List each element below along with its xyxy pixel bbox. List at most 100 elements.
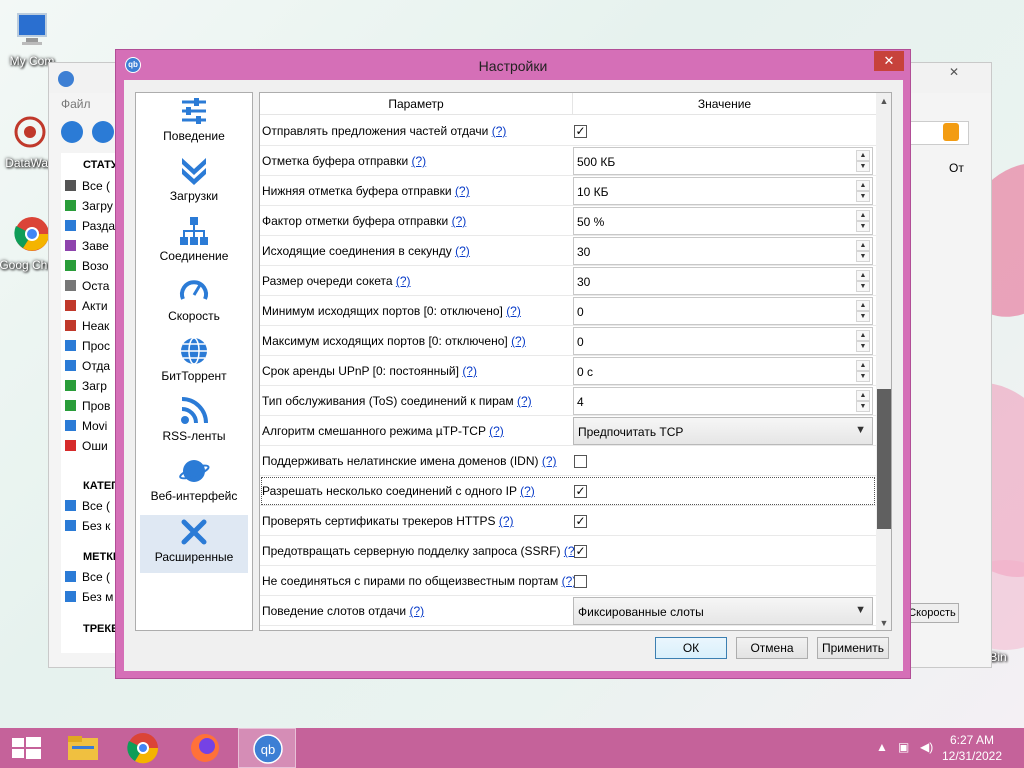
value-checkbox[interactable] <box>574 455 587 468</box>
category-веб-интерфейс[interactable]: Веб-интерфейс <box>140 455 248 513</box>
scrollbar-thumb[interactable] <box>877 389 891 529</box>
help-link[interactable]: (?) <box>489 424 504 438</box>
spin-down-arrow-icon[interactable]: ▼ <box>856 281 870 292</box>
column-header-parameter[interactable]: Параметр <box>260 93 573 115</box>
sidebar-filter-item[interactable]: Все ( <box>65 570 117 588</box>
clock[interactable]: 6:27 AM 12/31/2022 <box>924 732 1020 764</box>
help-link[interactable]: (?) <box>517 394 532 408</box>
sidebar-status-item[interactable]: Заве <box>65 239 117 257</box>
help-link[interactable]: (?) <box>455 244 470 258</box>
value-checkbox[interactable]: ✓ <box>574 485 587 498</box>
desktop-icon-computer[interactable]: My Com <box>0 10 70 68</box>
column-header-value[interactable]: Значение <box>573 93 876 115</box>
category-скорость[interactable]: Скорость <box>140 275 248 333</box>
help-link[interactable]: (?) <box>409 604 424 618</box>
taskbar-chrome[interactable] <box>114 728 172 768</box>
apply-button[interactable]: Применить <box>817 637 889 659</box>
spin-up-arrow-icon[interactable]: ▲ <box>856 360 870 371</box>
start-button[interactable] <box>0 728 58 768</box>
remove-icon[interactable] <box>61 121 83 143</box>
spin-down-arrow-icon[interactable]: ▼ <box>856 401 870 412</box>
sidebar-status-item[interactable]: Пров <box>65 399 117 417</box>
dialog-titlebar[interactable]: qb Настройки ✕ <box>116 50 910 80</box>
sidebar-status-item[interactable]: Movi <box>65 419 117 437</box>
category-расширенные[interactable]: Расширенные <box>140 515 248 573</box>
taskbar-qbittorrent[interactable]: qb <box>238 728 296 768</box>
value-spinbox[interactable]: 50 % ▲ ▼ <box>573 207 873 235</box>
help-link[interactable]: (?) <box>542 454 557 468</box>
spin-down-arrow-icon[interactable]: ▼ <box>856 311 870 322</box>
spin-down-arrow-icon[interactable]: ▼ <box>856 371 870 382</box>
spin-up-arrow-icon[interactable]: ▲ <box>856 330 870 341</box>
spin-down-arrow-icon[interactable]: ▼ <box>856 221 870 232</box>
help-link[interactable]: (?) <box>511 334 526 348</box>
network-icon[interactable]: ▣ <box>898 740 909 754</box>
help-link[interactable]: (?) <box>455 184 470 198</box>
help-link[interactable]: (?) <box>520 484 535 498</box>
spin-up-arrow-icon[interactable]: ▲ <box>856 300 870 311</box>
spin-up-arrow-icon[interactable]: ▲ <box>856 240 870 251</box>
category-загрузки[interactable]: Загрузки <box>140 155 248 213</box>
sidebar-status-item[interactable]: Отда <box>65 359 117 377</box>
value-spinbox[interactable]: 30 ▲ ▼ <box>573 237 873 265</box>
sidebar-filter-item[interactable]: Все ( <box>65 499 117 517</box>
category-поведение[interactable]: Поведение <box>140 95 248 153</box>
sidebar-filter-item[interactable]: Без м <box>65 590 117 608</box>
help-link[interactable]: (?) <box>462 364 477 378</box>
scroll-down-arrow-icon[interactable]: ▼ <box>876 615 891 630</box>
help-link[interactable]: (?) <box>499 514 514 528</box>
speed-button[interactable]: Скорость <box>905 603 959 623</box>
value-checkbox[interactable]: ✓ <box>574 125 587 138</box>
help-link[interactable]: (?) <box>492 124 507 138</box>
ok-button[interactable]: ОК <box>655 637 727 659</box>
sidebar-filter-item[interactable]: Без к <box>65 519 117 537</box>
sidebar-status-item[interactable]: Неак <box>65 319 117 337</box>
spin-up-arrow-icon[interactable]: ▲ <box>856 210 870 221</box>
value-spinbox[interactable]: 500 КБ ▲ ▼ <box>573 147 873 175</box>
taskbar-firefox[interactable] <box>176 728 234 768</box>
vertical-scrollbar[interactable]: ▲ ▼ <box>876 93 891 630</box>
help-link[interactable]: (?) <box>412 154 427 168</box>
spin-down-arrow-icon[interactable]: ▼ <box>856 161 870 172</box>
value-checkbox[interactable] <box>574 575 587 588</box>
sidebar-status-item[interactable]: Прос <box>65 339 117 357</box>
scroll-up-arrow-icon[interactable]: ▲ <box>876 93 891 110</box>
help-link[interactable]: (?) <box>396 274 411 288</box>
cancel-button[interactable]: Отмена <box>736 637 808 659</box>
spin-up-arrow-icon[interactable]: ▲ <box>856 270 870 281</box>
sidebar-status-item[interactable]: Оши <box>65 439 117 457</box>
help-link[interactable]: (?) <box>452 214 467 228</box>
value-checkbox[interactable]: ✓ <box>574 515 587 528</box>
spin-up-arrow-icon[interactable]: ▲ <box>856 150 870 161</box>
value-checkbox[interactable]: ✓ <box>574 545 587 558</box>
value-dropdown[interactable]: Фиксированные слоты ▼ <box>573 597 873 625</box>
sidebar-status-item[interactable]: Оста <box>65 279 117 297</box>
spin-up-arrow-icon[interactable]: ▲ <box>856 180 870 191</box>
value-spinbox[interactable]: 30 ▲ ▼ <box>573 267 873 295</box>
menu-item-file[interactable]: Файл <box>61 97 91 111</box>
value-spinbox[interactable]: 0 ▲ ▼ <box>573 327 873 355</box>
value-spinbox[interactable]: 0 ▲ ▼ <box>573 297 873 325</box>
value-spinbox[interactable]: 0 с ▲ ▼ <box>573 357 873 385</box>
help-link[interactable]: (?) <box>506 304 521 318</box>
add-icon[interactable] <box>92 121 115 143</box>
category-rss-ленты[interactable]: RSS-ленты <box>140 395 248 453</box>
close-button[interactable]: ✕ <box>874 51 904 71</box>
category-соединение[interactable]: Соединение <box>140 215 248 273</box>
spin-down-arrow-icon[interactable]: ▼ <box>856 191 870 202</box>
sidebar-status-item[interactable]: Возо <box>65 259 117 277</box>
value-spinbox[interactable]: 4 ▲ ▼ <box>573 387 873 415</box>
value-dropdown[interactable]: Предпочитать TCP ▼ <box>573 417 873 445</box>
spin-down-arrow-icon[interactable]: ▼ <box>856 341 870 352</box>
background-close-button[interactable]: ✕ <box>939 65 969 83</box>
sidebar-status-item[interactable]: Все ( <box>65 179 117 197</box>
spin-down-arrow-icon[interactable]: ▼ <box>856 251 870 262</box>
category-битторрент[interactable]: БитТоррент <box>140 335 248 393</box>
sidebar-status-item[interactable]: Акти <box>65 299 117 317</box>
tray-overflow-icon[interactable]: ▲ <box>876 740 888 754</box>
sidebar-status-item[interactable]: Загр <box>65 379 117 397</box>
value-spinbox[interactable]: 10 КБ ▲ ▼ <box>573 177 873 205</box>
sidebar-status-item[interactable]: Загру <box>65 199 117 217</box>
taskbar-file-explorer[interactable] <box>54 728 112 768</box>
spin-up-arrow-icon[interactable]: ▲ <box>856 390 870 401</box>
